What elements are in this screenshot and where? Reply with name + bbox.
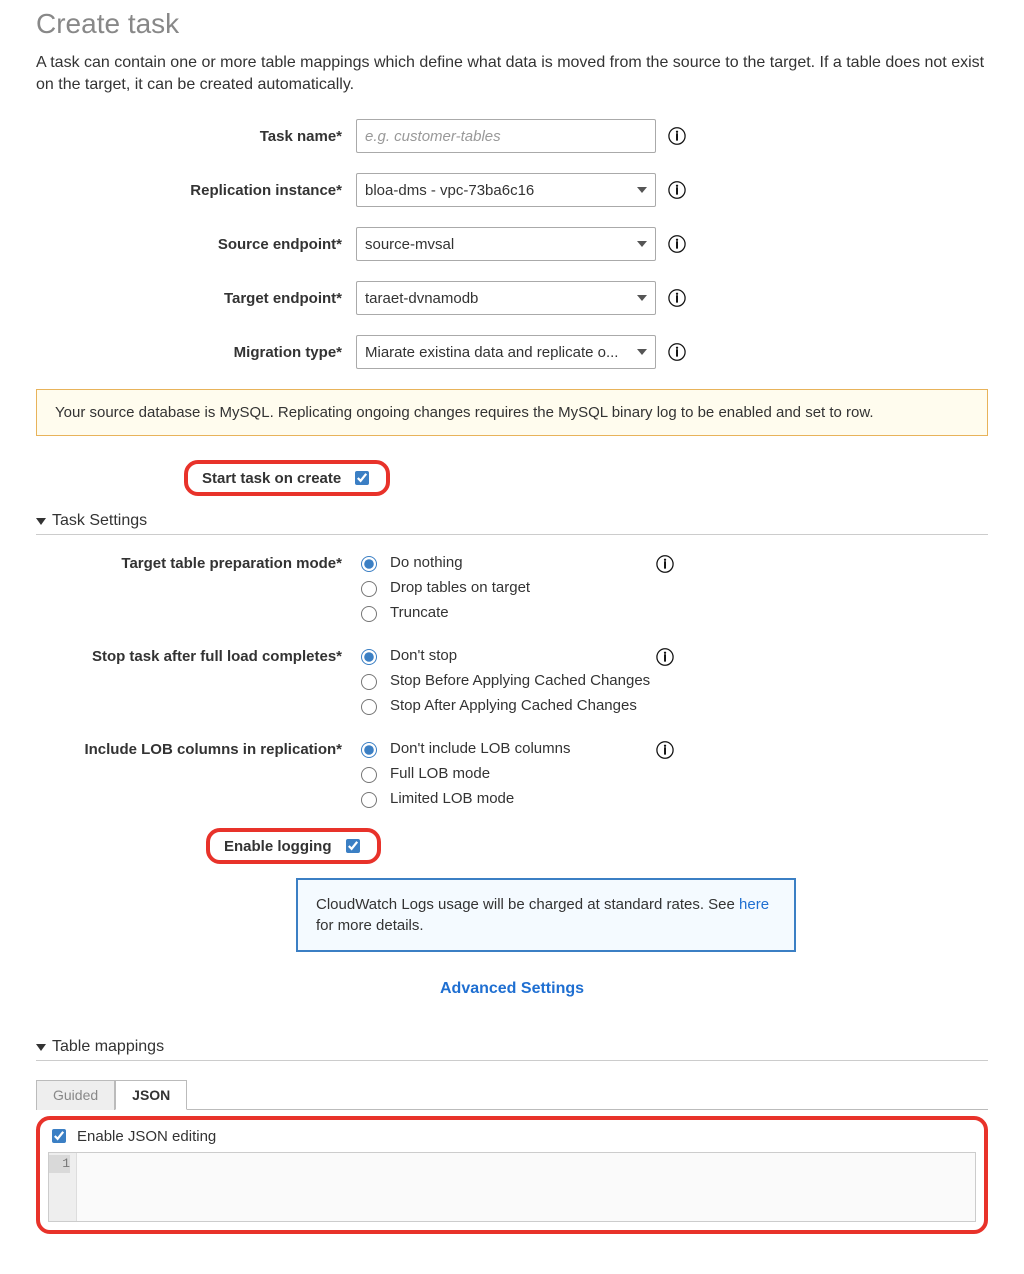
migration-type-select[interactable]: Miarate existina data and replicate o... [356, 335, 656, 369]
section-title: Task Settings [52, 512, 147, 530]
info-icon[interactable]: ⓘ [668, 235, 686, 253]
advanced-settings-row: Advanced Settings [36, 980, 988, 998]
label-target-endpoint: Target endpoint* [36, 290, 356, 307]
section-title: Table mappings [52, 1038, 164, 1056]
radio-dont-stop[interactable]: Don't stop [356, 646, 656, 665]
radio-do-nothing[interactable]: Do nothing [356, 553, 656, 572]
row-source-endpoint: Source endpoint* source-mvsal ⓘ [36, 227, 988, 261]
row-task-name: Task name* ⓘ [36, 119, 988, 153]
enable-json-checkbox[interactable] [52, 1129, 66, 1143]
chevron-down-icon [637, 295, 647, 301]
info-icon[interactable]: ⓘ [656, 555, 674, 573]
enable-logging-checkbox[interactable] [346, 839, 360, 853]
row-lob: Include LOB columns in replication* Don'… [36, 739, 988, 808]
info-icon[interactable]: ⓘ [668, 289, 686, 307]
radio-truncate[interactable]: Truncate [356, 603, 656, 622]
lob-group: Don't include LOB columns Full LOB mode … [356, 739, 656, 808]
chevron-down-icon [637, 349, 647, 355]
label-start-task: Start task on create [202, 470, 351, 487]
source-endpoint-select[interactable]: source-mvsal [356, 227, 656, 261]
select-text: bloa-dms - vpc-73ba6c16 [365, 182, 540, 199]
tab-guided[interactable]: Guided [36, 1080, 115, 1110]
radio-label: Do nothing [390, 554, 463, 571]
radio-label: Full LOB mode [390, 765, 490, 782]
section-task-settings[interactable]: Task Settings [36, 512, 988, 535]
chevron-down-icon [637, 241, 647, 247]
line-number: 1 [49, 1155, 70, 1173]
caret-down-icon [36, 1044, 46, 1051]
row-start-task: Start task on create [184, 460, 988, 496]
info-icon[interactable]: ⓘ [668, 343, 686, 361]
stop-task-group: Don't stop Stop Before Applying Cached C… [356, 646, 656, 715]
label-stop-task: Stop task after full load completes* [36, 646, 356, 665]
highlight-start-task: Start task on create [184, 460, 390, 496]
radio-full-lob[interactable]: Full LOB mode [356, 764, 656, 783]
label-enable-logging: Enable logging [224, 838, 342, 855]
row-stop-task: Stop task after full load completes* Don… [36, 646, 988, 715]
radio-label: Drop tables on target [390, 579, 530, 596]
radio-label: Don't stop [390, 647, 457, 664]
label-enable-json: Enable JSON editing [77, 1128, 216, 1145]
row-migration-type: Migration type* Miarate existina data an… [36, 335, 988, 369]
radio-limited-lob[interactable]: Limited LOB mode [356, 789, 656, 808]
radio-drop-tables[interactable]: Drop tables on target [356, 578, 656, 597]
radio-no-lob[interactable]: Don't include LOB columns [356, 739, 656, 758]
prep-mode-group: Do nothing Drop tables on target Truncat… [356, 553, 656, 622]
highlight-enable-logging: Enable logging [206, 828, 381, 864]
row-target-endpoint: Target endpoint* taraet-dvnamodb ⓘ [36, 281, 988, 315]
row-replication-instance: Replication instance* bloa-dms - vpc-73b… [36, 173, 988, 207]
radio-label: Stop After Applying Cached Changes [390, 697, 637, 714]
page-title: Create task [36, 8, 988, 40]
radio-label: Truncate [390, 604, 449, 621]
caret-down-icon [36, 518, 46, 525]
table-mappings-tabs: Guided JSON [36, 1079, 988, 1110]
label-migration-type: Migration type* [36, 344, 356, 361]
radio-label: Don't include LOB columns [390, 740, 570, 757]
info-icon[interactable]: ⓘ [668, 181, 686, 199]
page-intro: A task can contain one or more table map… [36, 52, 988, 95]
info-icon[interactable]: ⓘ [668, 127, 686, 145]
cloudwatch-note: CloudWatch Logs usage will be charged at… [296, 878, 796, 952]
info-icon[interactable]: ⓘ [656, 741, 674, 759]
start-task-checkbox[interactable] [355, 471, 369, 485]
row-enable-json: Enable JSON editing [48, 1126, 976, 1146]
replication-instance-select[interactable]: bloa-dms - vpc-73ba6c16 [356, 173, 656, 207]
highlight-json-editing: Enable JSON editing 1 [36, 1116, 988, 1234]
editor-body[interactable] [77, 1153, 975, 1221]
label-prep-mode: Target table preparation mode* [36, 553, 356, 572]
label-lob: Include LOB columns in replication* [36, 739, 356, 758]
task-name-input[interactable] [356, 119, 656, 153]
json-editor[interactable]: 1 [48, 1152, 976, 1222]
radio-stop-before[interactable]: Stop Before Applying Cached Changes [356, 671, 656, 690]
select-text: Miarate existina data and replicate o... [365, 344, 624, 361]
label-replication-instance: Replication instance* [36, 182, 356, 199]
editor-gutter: 1 [49, 1153, 77, 1221]
warning-banner: Your source database is MySQL. Replicati… [36, 389, 988, 436]
row-enable-logging: Enable logging [206, 828, 988, 864]
radio-stop-after[interactable]: Stop After Applying Cached Changes [356, 696, 656, 715]
target-endpoint-select[interactable]: taraet-dvnamodb [356, 281, 656, 315]
select-text: source-mvsal [365, 236, 460, 253]
label-source-endpoint: Source endpoint* [36, 236, 356, 253]
cloudwatch-text: CloudWatch Logs usage will be charged at… [316, 896, 739, 913]
radio-label: Stop Before Applying Cached Changes [390, 672, 650, 689]
advanced-settings-link[interactable]: Advanced Settings [440, 980, 584, 997]
select-text: taraet-dvnamodb [365, 290, 484, 307]
cloudwatch-link[interactable]: here [739, 896, 769, 913]
info-icon[interactable]: ⓘ [656, 648, 674, 666]
chevron-down-icon [637, 187, 647, 193]
row-prep-mode: Target table preparation mode* Do nothin… [36, 553, 988, 622]
radio-label: Limited LOB mode [390, 790, 514, 807]
section-table-mappings[interactable]: Table mappings [36, 1038, 988, 1061]
cloudwatch-tail: for more details. [316, 917, 424, 934]
label-task-name: Task name* [36, 128, 356, 145]
tab-json[interactable]: JSON [115, 1080, 187, 1110]
